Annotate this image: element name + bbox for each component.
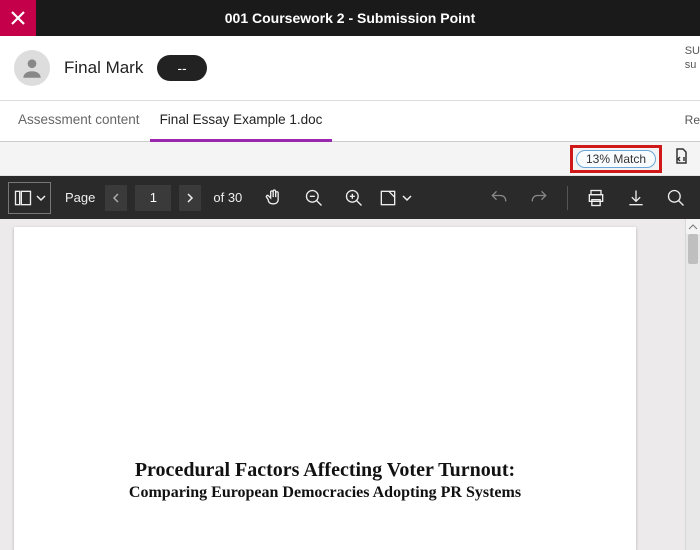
print-button[interactable]	[580, 182, 612, 214]
zoom-in-icon	[344, 188, 364, 208]
undo-button[interactable]	[483, 182, 515, 214]
document-subtitle: Comparing European Democracies Adopting …	[14, 484, 636, 502]
mark-pill[interactable]: --	[157, 55, 206, 81]
cut-line2: su	[685, 58, 700, 72]
match-badge[interactable]: 13% Match	[576, 150, 656, 168]
zoom-out-icon	[304, 188, 324, 208]
scroll-up-button[interactable]	[686, 219, 700, 234]
match-row: 13% Match	[0, 142, 700, 176]
page-total: of 30	[213, 190, 242, 205]
page-title: 001 Coursework 2 - Submission Point	[225, 10, 476, 26]
viewer-toolbar: Page of 30	[0, 176, 700, 219]
right-panel-cut: SU su	[685, 44, 700, 73]
prev-page-button[interactable]	[105, 185, 127, 211]
download-icon	[626, 188, 646, 208]
chevron-up-icon	[688, 223, 698, 231]
cut-line1: SU	[685, 44, 700, 58]
document-viewport[interactable]: Procedural Factors Affecting Voter Turno…	[0, 219, 700, 550]
close-button[interactable]	[0, 0, 36, 36]
chevron-right-icon	[185, 193, 195, 203]
chevron-left-icon	[111, 193, 121, 203]
document-page: Procedural Factors Affecting Voter Turno…	[14, 227, 636, 550]
hand-icon	[264, 188, 284, 208]
tabs: Assessment content Final Essay Example 1…	[0, 101, 700, 142]
download-button[interactable]	[620, 182, 652, 214]
print-icon	[586, 188, 606, 208]
chevron-down-icon	[402, 193, 412, 203]
titlebar: 001 Coursework 2 - Submission Point	[0, 0, 700, 36]
avatar	[14, 50, 50, 86]
zoom-out-button[interactable]	[298, 182, 330, 214]
chevron-down-icon	[36, 193, 46, 203]
fit-button[interactable]	[378, 182, 412, 214]
panel-toggle-button[interactable]	[8, 182, 51, 214]
redo-button[interactable]	[523, 182, 555, 214]
tabs-right-cut: Re	[685, 113, 700, 127]
next-page-button[interactable]	[179, 185, 201, 211]
undo-icon	[489, 188, 509, 208]
originality-icon[interactable]	[672, 147, 690, 170]
match-highlight: 13% Match	[570, 145, 662, 173]
student-bar: Final Mark -- SU su	[0, 36, 700, 101]
close-icon	[10, 10, 26, 26]
separator	[567, 186, 568, 210]
page-label: Page	[65, 190, 95, 205]
tab-assessment-content[interactable]: Assessment content	[8, 101, 150, 141]
pan-button[interactable]	[258, 182, 290, 214]
search-icon	[666, 188, 686, 208]
scroll-thumb[interactable]	[688, 234, 698, 264]
user-icon	[19, 55, 45, 81]
scrollbar[interactable]	[685, 219, 700, 550]
zoom-in-button[interactable]	[338, 182, 370, 214]
sidebar-icon	[13, 188, 33, 208]
student-name: Final Mark	[64, 58, 143, 78]
redo-icon	[529, 188, 549, 208]
fit-icon	[378, 188, 398, 208]
page-number-input[interactable]	[135, 185, 171, 211]
search-button[interactable]	[660, 182, 692, 214]
document-title: Procedural Factors Affecting Voter Turno…	[14, 459, 636, 482]
tab-file[interactable]: Final Essay Example 1.doc	[150, 101, 333, 141]
